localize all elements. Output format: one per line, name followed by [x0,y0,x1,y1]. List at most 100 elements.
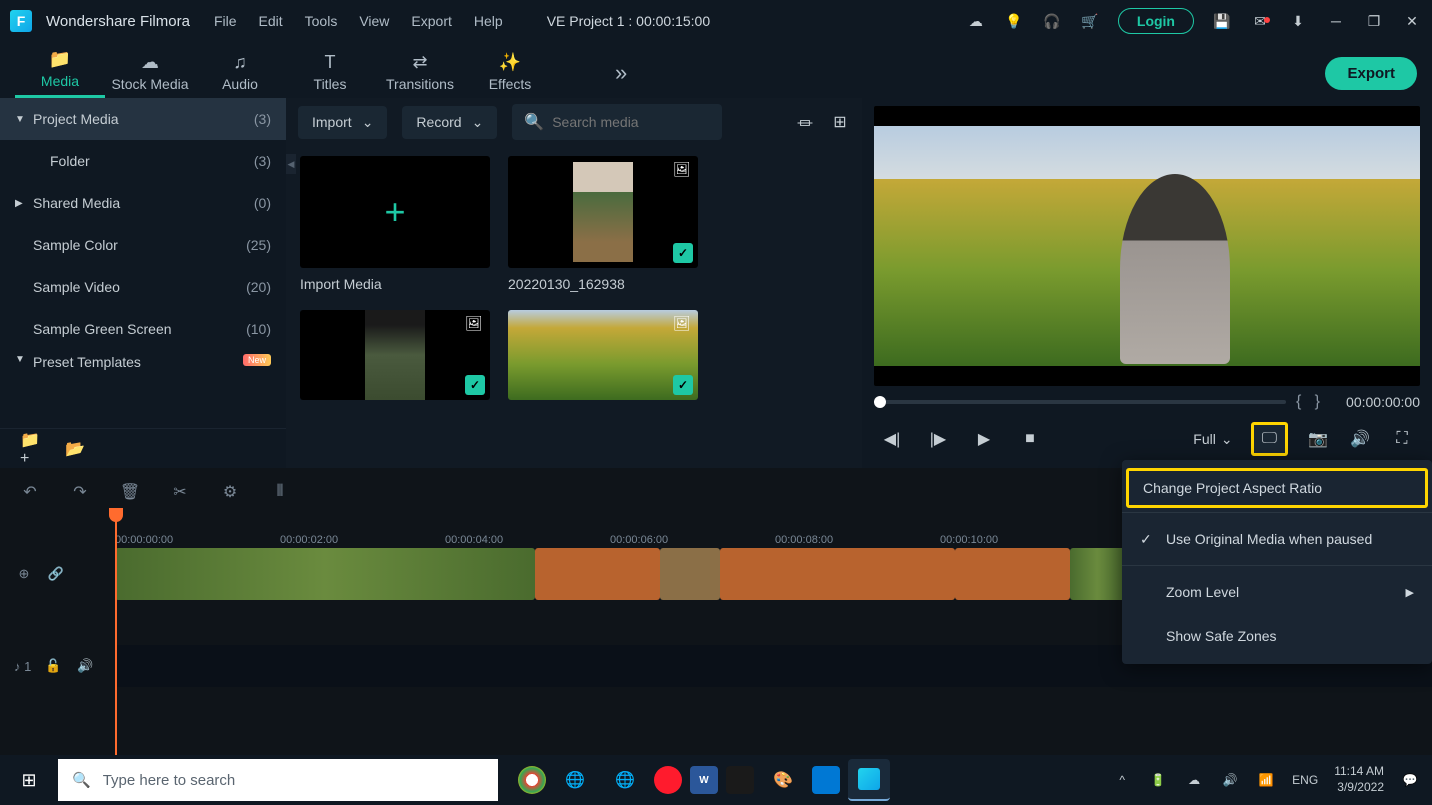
cloud-icon[interactable]: ☁ [966,11,986,31]
popup-zoom-level[interactable]: Zoom Level▶ [1122,570,1432,614]
media-item[interactable]: 🖼 ✓ [508,310,698,400]
sidebar-item-project-media[interactable]: ▼Project Media(3) [0,98,286,140]
open-folder-icon[interactable]: 📂 [65,439,85,459]
headset-icon[interactable]: 🎧 [1042,11,1062,31]
filmora-taskbar-icon[interactable] [848,759,890,801]
sidebar-item-folder[interactable]: Folder(3) [0,140,286,182]
cart-icon[interactable]: 🛒 [1080,11,1100,31]
tab-audio[interactable]: ♫Audio [195,52,285,98]
export-button[interactable]: Export [1325,57,1417,90]
volume-icon[interactable]: 🔊 [1220,770,1240,790]
menu-edit[interactable]: Edit [259,13,283,29]
volume-button[interactable]: 🔊 [1348,427,1372,451]
edge-icon[interactable]: 🌐 [604,759,646,801]
video-clip[interactable] [115,548,535,600]
lock-icon[interactable]: 🔓 [43,656,63,676]
search-media-box[interactable]: 🔍 [512,104,722,140]
quality-dropdown[interactable]: Full⌄ [1193,431,1232,448]
redo-button[interactable]: ↷ [70,482,90,502]
filter-icon[interactable]: ⏛ [795,112,815,132]
language-indicator[interactable]: ENG [1292,773,1318,787]
sidebar-item-shared-media[interactable]: ▶Shared Media(0) [0,182,286,224]
playhead[interactable] [115,516,117,786]
grid-view-icon[interactable]: ⊞ [830,112,850,132]
menu-tools[interactable]: Tools [305,13,338,29]
split-button[interactable]: ✂ [170,482,190,502]
media-item[interactable]: 🖼 ✓ [300,310,490,400]
notifications-icon[interactable]: 💬 [1400,770,1420,790]
photos-icon[interactable] [812,766,840,794]
lightbulb-icon[interactable]: 💡 [1004,11,1024,31]
link-track-icon[interactable]: 🔗 [46,564,66,584]
sidebar-item-sample-video[interactable]: Sample Video(20) [0,266,286,308]
play-button[interactable]: ▶ [972,427,996,451]
delete-button[interactable]: 🗑 [120,482,140,502]
download-icon[interactable]: ⬇ [1288,11,1308,31]
lock-track-icon[interactable]: ⊕ [14,564,34,584]
tray-expand-icon[interactable]: ^ [1112,770,1132,790]
next-frame-button[interactable]: |▶ [926,427,950,451]
prev-frame-button[interactable]: ◀| [880,427,904,451]
video-clip[interactable] [535,548,660,600]
new-folder-icon[interactable]: 📁+ [20,439,40,459]
expand-icon[interactable]: » [615,60,627,98]
tab-stock-media[interactable]: ☁Stock Media [105,52,195,98]
maximize-icon[interactable]: ❐ [1364,11,1384,31]
mute-icon[interactable]: 🔊 [75,656,95,676]
opera-icon[interactable] [654,766,682,794]
popup-safe-zones[interactable]: Show Safe Zones [1122,614,1432,658]
video-clip[interactable] [660,548,720,600]
media-thumb[interactable]: 🖼 ✓ [300,310,490,400]
media-thumb[interactable]: 🖼 ✓ [508,310,698,400]
aspect-ratio-button[interactable]: 🖵 [1251,422,1288,456]
search-input[interactable] [552,114,733,130]
paint-icon[interactable]: 🎨 [762,759,804,801]
sidebar-item-sample-green[interactable]: Sample Green Screen(10) [0,308,286,350]
popup-change-aspect[interactable]: Change Project Aspect Ratio [1126,468,1428,508]
chrome-icon[interactable] [518,766,546,794]
tab-titles[interactable]: TTitles [285,52,375,98]
start-button[interactable]: ⊞ [0,755,58,805]
sidebar-item-preset-templates[interactable]: ▼Preset TemplatesNew [0,350,286,372]
tab-effects[interactable]: ✨Effects [465,52,555,98]
video-clip[interactable] [720,548,955,600]
import-dropdown[interactable]: Import⌄ [298,106,387,139]
audio-edit-button[interactable]: ⫴ [270,482,290,502]
stop-button[interactable]: ■ [1018,427,1042,451]
menu-view[interactable]: View [359,13,389,29]
menu-file[interactable]: File [214,13,237,29]
scrubber-handle[interactable] [874,396,886,408]
settings-button[interactable]: ⚙ [220,482,240,502]
ie-icon[interactable]: 🌐 [554,759,596,801]
mail-icon[interactable]: ✉ [1250,11,1270,31]
tab-media[interactable]: 📁Media [15,49,105,98]
panel-splitter[interactable]: ◀ [286,154,296,174]
playhead-handle[interactable] [109,508,123,522]
import-thumb[interactable]: + [300,156,490,268]
fullscreen-button[interactable]: ⛶ [1390,427,1414,451]
close-icon[interactable]: ✕ [1402,11,1422,31]
record-dropdown[interactable]: Record⌄ [402,106,497,139]
tray-clock[interactable]: 11:14 AM 3/9/2022 [1334,764,1384,795]
tab-transitions[interactable]: ⇄Transitions [375,52,465,98]
video-clip[interactable] [1070,548,1125,600]
onedrive-icon[interactable]: ☁ [1184,770,1204,790]
undo-button[interactable]: ↶ [20,482,40,502]
snapshot-button[interactable]: 📷 [1306,427,1330,451]
scrubber[interactable] [874,400,1286,404]
popup-use-original[interactable]: ✓Use Original Media when paused [1122,517,1432,561]
menu-help[interactable]: Help [474,13,503,29]
video-clip[interactable] [955,548,1070,600]
taskbar-search[interactable]: 🔍Type here to search [58,759,498,801]
battery-icon[interactable]: 🔋 [1148,770,1168,790]
resolve-icon[interactable] [726,766,754,794]
sidebar-item-sample-color[interactable]: Sample Color(25) [0,224,286,266]
save-icon[interactable]: 💾 [1212,11,1232,31]
wifi-icon[interactable]: 📶 [1256,770,1276,790]
in-out-brackets[interactable]: { } [1296,393,1320,411]
preview-video[interactable] [874,106,1420,386]
word-icon[interactable]: W [690,766,718,794]
media-item[interactable]: 🖼 ✓ 20220130_162938 [508,156,698,292]
media-thumb[interactable]: 🖼 ✓ [508,156,698,268]
menu-export[interactable]: Export [411,13,451,29]
